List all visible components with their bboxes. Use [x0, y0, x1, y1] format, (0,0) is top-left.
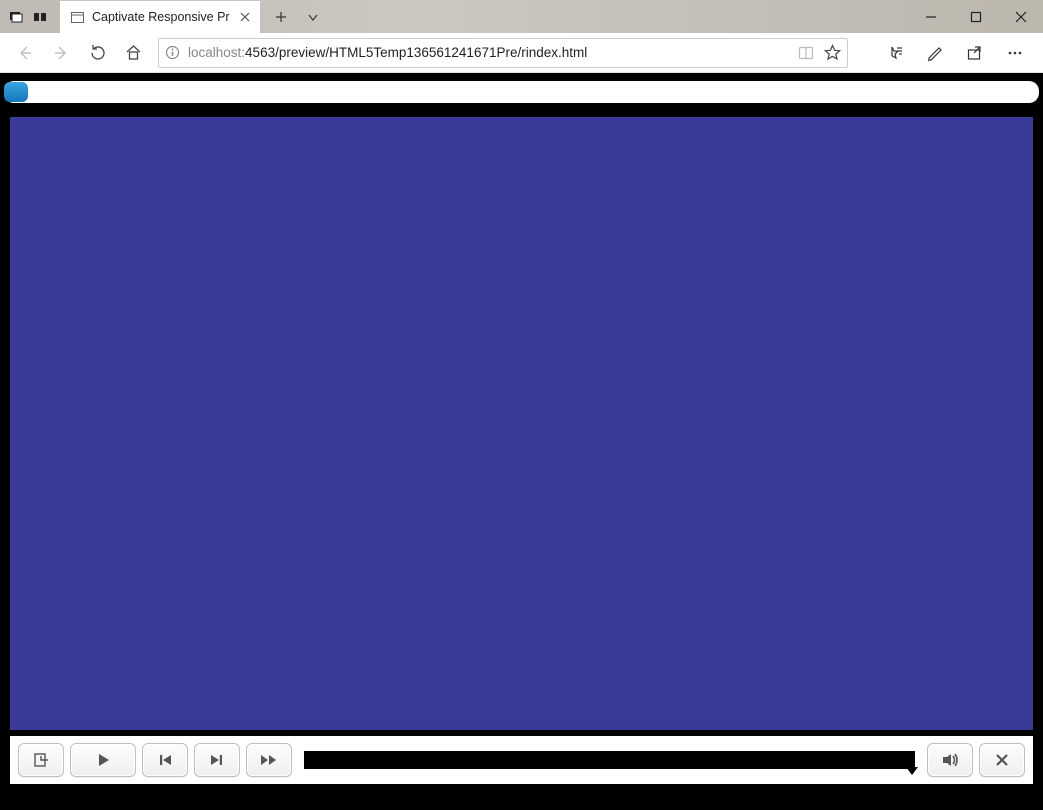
favorites-button[interactable] — [877, 38, 913, 68]
audio-button[interactable] — [927, 743, 973, 777]
play-button[interactable] — [70, 743, 136, 777]
url-text: localhost:4563/preview/HTML5Temp13656124… — [188, 45, 790, 60]
share-button[interactable] — [957, 38, 993, 68]
titlebar-drag-region — [334, 0, 908, 33]
window-close-button[interactable] — [998, 0, 1043, 33]
tab-close-icon[interactable] — [238, 10, 252, 24]
exit-button[interactable] — [979, 743, 1025, 777]
forward-button[interactable] — [46, 38, 76, 68]
site-info-icon[interactable] — [165, 45, 180, 60]
playbar-track[interactable] — [304, 751, 915, 769]
tab-actions-button[interactable] — [306, 10, 320, 24]
page-content — [0, 73, 1043, 810]
slide-stage — [10, 117, 1033, 730]
app-icon-1 — [8, 9, 24, 25]
url-path: 4563/preview/HTML5Temp136561241671Pre/ri… — [245, 45, 587, 60]
home-button[interactable] — [118, 38, 148, 68]
progress-thumb[interactable] — [4, 82, 28, 102]
address-bar[interactable]: localhost:4563/preview/HTML5Temp13656124… — [158, 38, 848, 68]
browser-tab[interactable]: Captivate Responsive Pr — [60, 0, 260, 33]
reading-view-icon[interactable] — [798, 45, 814, 61]
toc-button[interactable] — [18, 743, 64, 777]
playbar-footer — [0, 784, 1043, 810]
tab-favicon-icon — [70, 10, 84, 24]
browser-navbar: localhost:4563/preview/HTML5Temp13656124… — [0, 33, 1043, 73]
titlebar-app-icons — [0, 0, 60, 33]
playbar — [10, 736, 1033, 784]
window-titlebar: Captivate Responsive Pr — [0, 0, 1043, 33]
previous-button[interactable] — [142, 743, 188, 777]
stage-wrapper — [0, 103, 1043, 736]
tab-title: Captivate Responsive Pr — [92, 10, 230, 24]
notes-button[interactable] — [917, 38, 953, 68]
window-minimize-button[interactable] — [908, 0, 953, 33]
refresh-button[interactable] — [82, 38, 112, 68]
favorite-icon[interactable] — [824, 44, 841, 61]
app-icon-2 — [32, 9, 48, 25]
url-host: localhost: — [188, 45, 245, 60]
tabstrip-controls — [260, 0, 334, 33]
fast-forward-button[interactable] — [246, 743, 292, 777]
window-controls — [908, 0, 1043, 33]
window-maximize-button[interactable] — [953, 0, 998, 33]
new-tab-button[interactable] — [274, 10, 288, 24]
next-button[interactable] — [194, 743, 240, 777]
course-progress-bar[interactable] — [4, 81, 1039, 103]
more-button[interactable] — [997, 38, 1033, 68]
back-button[interactable] — [10, 38, 40, 68]
